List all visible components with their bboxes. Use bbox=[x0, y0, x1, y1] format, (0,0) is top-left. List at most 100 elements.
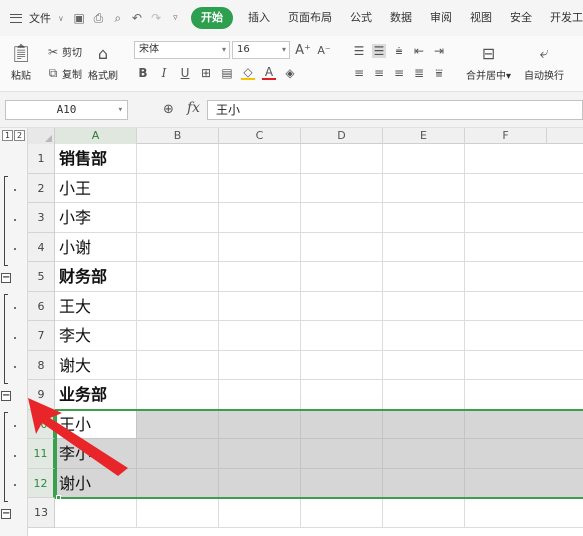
cell[interactable] bbox=[137, 350, 219, 380]
row-header[interactable]: 7 bbox=[28, 321, 55, 351]
cell[interactable] bbox=[137, 498, 219, 528]
cell[interactable] bbox=[301, 498, 383, 528]
cell[interactable] bbox=[383, 409, 465, 439]
cell[interactable] bbox=[383, 350, 465, 380]
cell[interactable] bbox=[465, 380, 583, 410]
formula-input[interactable]: 王小 bbox=[207, 100, 583, 120]
cell[interactable] bbox=[219, 203, 301, 233]
cell[interactable] bbox=[465, 321, 583, 351]
cell[interactable] bbox=[383, 498, 465, 528]
cell[interactable] bbox=[137, 232, 219, 262]
align-middle-icon[interactable]: ☰ bbox=[372, 44, 386, 58]
cell-a[interactable]: 销售部 bbox=[55, 144, 137, 174]
cell[interactable] bbox=[465, 439, 583, 469]
tab-home[interactable]: 开始 bbox=[191, 7, 234, 29]
decrease-indent-icon[interactable]: ⇤ bbox=[412, 44, 426, 58]
cell[interactable] bbox=[383, 468, 465, 498]
cell[interactable] bbox=[219, 321, 301, 351]
format-painter-button[interactable]: ⌂ 格式刷 bbox=[88, 42, 118, 83]
cell[interactable] bbox=[137, 144, 219, 174]
outline-level-1-button[interactable]: 1 bbox=[2, 130, 13, 141]
cell[interactable] bbox=[219, 439, 301, 469]
cell[interactable] bbox=[383, 321, 465, 351]
collapse-group-button[interactable]: − bbox=[1, 509, 11, 519]
paste-button[interactable]: 📋︎ 粘贴 bbox=[8, 42, 34, 83]
file-menu[interactable]: 文件 ∨ bbox=[0, 7, 70, 29]
cell[interactable] bbox=[301, 173, 383, 203]
column-header-a[interactable]: A bbox=[55, 128, 137, 144]
distributed-icon[interactable]: ⩸ bbox=[432, 66, 446, 80]
cell[interactable] bbox=[301, 350, 383, 380]
align-right-icon[interactable]: ≡ bbox=[392, 66, 406, 80]
row-header[interactable]: 11 bbox=[28, 439, 55, 469]
tab-data[interactable]: 数据 bbox=[381, 7, 421, 29]
row-header[interactable]: 6 bbox=[28, 291, 55, 321]
cell[interactable] bbox=[301, 468, 383, 498]
row-header[interactable]: 10 bbox=[28, 409, 55, 439]
tab-review[interactable]: 审阅 bbox=[421, 7, 461, 29]
redo-icon[interactable]: ↷ bbox=[147, 7, 166, 29]
bold-icon[interactable]: B bbox=[136, 66, 150, 80]
cell[interactable] bbox=[383, 203, 465, 233]
italic-icon[interactable]: I bbox=[157, 66, 171, 80]
cell-a[interactable]: 李大 bbox=[55, 321, 137, 351]
row-header[interactable]: 12 bbox=[28, 468, 55, 498]
row-header[interactable]: 9 bbox=[28, 380, 55, 410]
cell[interactable] bbox=[301, 232, 383, 262]
cell[interactable] bbox=[383, 173, 465, 203]
tab-view[interactable]: 视图 bbox=[461, 7, 501, 29]
cell[interactable] bbox=[465, 351, 583, 380]
cell-a[interactable]: 财务部 bbox=[55, 262, 137, 292]
cell[interactable] bbox=[301, 262, 383, 292]
merge-center-button[interactable]: ⊟ 合并居中▾ bbox=[466, 42, 511, 83]
cell[interactable] bbox=[301, 144, 383, 174]
row-header[interactable]: 3 bbox=[28, 203, 55, 233]
cell[interactable] bbox=[137, 262, 219, 292]
tab-page-layout[interactable]: 页面布局 bbox=[279, 7, 341, 29]
select-all-corner[interactable] bbox=[28, 128, 55, 144]
customize-dropdown-icon[interactable]: ▿ bbox=[166, 7, 185, 29]
increase-indent-icon[interactable]: ⇥ bbox=[432, 44, 446, 58]
cell[interactable] bbox=[137, 409, 219, 439]
cell[interactable] bbox=[465, 233, 583, 262]
column-header-c[interactable]: C bbox=[219, 128, 301, 144]
column-header-g[interactable] bbox=[547, 128, 583, 144]
fill-color-icon[interactable]: ◇ bbox=[241, 65, 255, 80]
cell[interactable] bbox=[219, 409, 301, 439]
increase-font-icon[interactable]: A⁺ bbox=[295, 43, 311, 58]
cell[interactable] bbox=[219, 468, 301, 498]
cell-a[interactable]: 业务部 bbox=[55, 380, 137, 410]
decrease-font-icon[interactable]: A⁻ bbox=[317, 43, 331, 57]
cell[interactable] bbox=[465, 174, 583, 203]
underline-icon[interactable]: U bbox=[178, 66, 192, 80]
row-header[interactable]: 1 bbox=[28, 144, 55, 174]
name-box[interactable]: A10 ▾ bbox=[5, 100, 128, 120]
cell[interactable] bbox=[301, 380, 383, 410]
cell-a[interactable] bbox=[55, 498, 137, 528]
cell[interactable] bbox=[465, 498, 583, 528]
cell[interactable] bbox=[137, 173, 219, 203]
cell[interactable] bbox=[383, 291, 465, 321]
undo-icon[interactable]: ↶ bbox=[127, 7, 146, 29]
cell[interactable] bbox=[219, 173, 301, 203]
column-header-e[interactable]: E bbox=[383, 128, 465, 144]
cell[interactable] bbox=[219, 498, 301, 528]
row-header[interactable]: 8 bbox=[28, 350, 55, 380]
font-size-select[interactable]: 16 ▾ bbox=[232, 41, 290, 59]
cell[interactable] bbox=[465, 262, 583, 292]
cell[interactable] bbox=[383, 380, 465, 410]
font-name-select[interactable]: 宋体 ▾ bbox=[134, 41, 230, 59]
print-preview-icon[interactable]: ⌕ bbox=[108, 7, 127, 29]
cell[interactable] bbox=[301, 439, 383, 469]
column-header-b[interactable]: B bbox=[137, 128, 219, 144]
outline-level-2-button[interactable]: 2 bbox=[14, 130, 25, 141]
zoom-icon[interactable]: ⊕ bbox=[163, 102, 174, 117]
align-left-icon[interactable]: ≡ bbox=[352, 66, 366, 80]
cell[interactable] bbox=[301, 321, 383, 351]
cell-a[interactable]: 小王 bbox=[55, 173, 137, 203]
cell[interactable] bbox=[465, 203, 583, 233]
cell[interactable] bbox=[219, 291, 301, 321]
cell[interactable] bbox=[137, 203, 219, 233]
cell[interactable] bbox=[137, 291, 219, 321]
clear-format-icon[interactable]: ◈ bbox=[283, 66, 297, 80]
